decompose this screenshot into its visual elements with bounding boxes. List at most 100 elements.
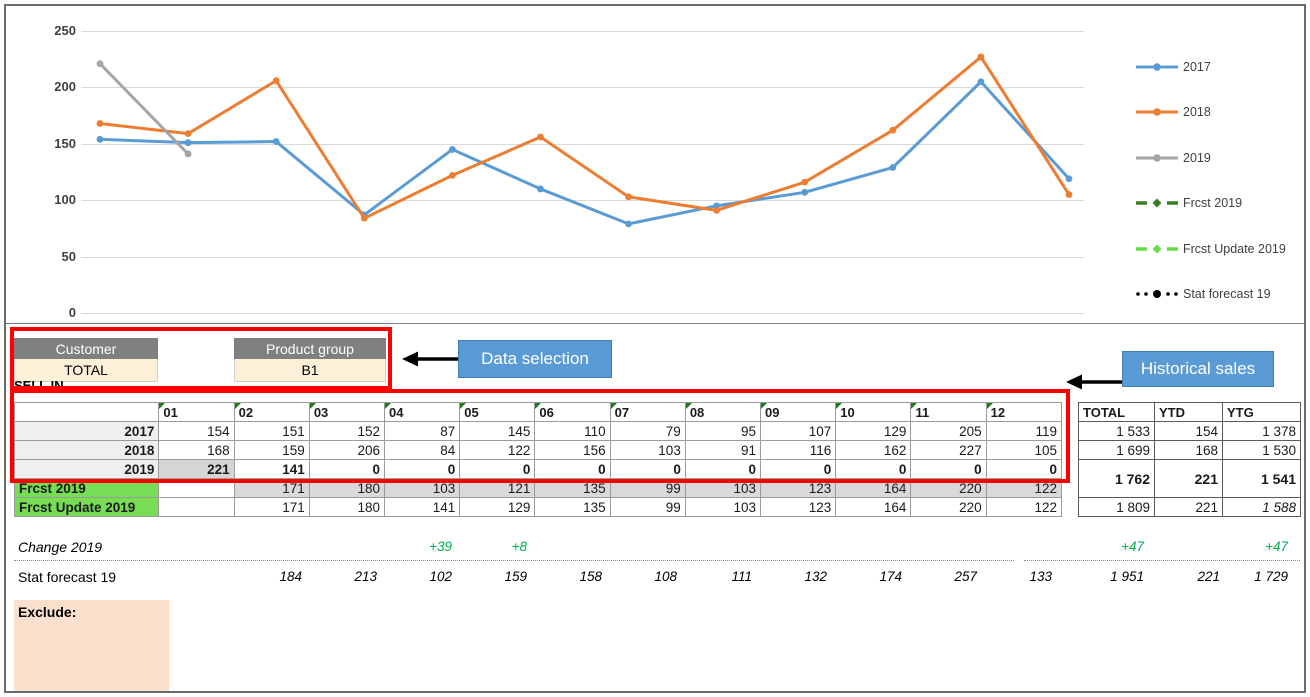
summary-cell-total: 1 809 [1079, 498, 1155, 517]
grid-cell[interactable]: 129 [460, 498, 535, 517]
grid-column-header-08[interactable]: 08 [685, 403, 760, 422]
grid-cell[interactable]: 0 [836, 460, 911, 479]
y-axis-tick-100: 100 [16, 192, 76, 207]
grid-cell[interactable]: 0 [761, 460, 836, 479]
grid-cell[interactable]: 164 [836, 498, 911, 517]
grid-cell[interactable]: 141 [385, 498, 460, 517]
chart-plot-area: 250 200 150 100 50 0 [81, 31, 1084, 321]
grid-column-header-06[interactable]: 06 [535, 403, 610, 422]
grid-column-header-05[interactable]: 05 [460, 403, 535, 422]
grid-cell[interactable]: 116 [761, 441, 836, 460]
change-row-separator-right [1024, 560, 1300, 561]
grid-cell[interactable]: 154 [159, 422, 234, 441]
grid-column-header-label: 02 [239, 405, 253, 420]
grid-cell[interactable]: 151 [234, 422, 309, 441]
grid-column-header-11[interactable]: 11 [911, 403, 986, 422]
grid-column-header-01[interactable]: 01 [159, 403, 234, 422]
grid-column-header-label: 12 [991, 405, 1005, 420]
legend-item-2018[interactable]: 2018 [1134, 90, 1304, 136]
grid-cell[interactable]: 107 [761, 422, 836, 441]
grid-cell[interactable]: 95 [685, 422, 760, 441]
grid-cell[interactable]: 0 [460, 460, 535, 479]
grid-cell[interactable]: 103 [610, 441, 685, 460]
grid-cell[interactable]: 122 [986, 498, 1061, 517]
grid-cell[interactable]: 121 [460, 479, 535, 498]
grid-row-label-frcst-update-2019: Frcst Update 2019 [15, 498, 159, 517]
grid-cell[interactable]: 0 [685, 460, 760, 479]
data-selection-strip: Customer TOTAL Product group B1 [6, 324, 1304, 392]
grid-cell[interactable]: 171 [234, 479, 309, 498]
summary-cell-ytd: 154 [1155, 422, 1223, 441]
grid-cell[interactable]: 221 [159, 460, 234, 479]
grid-cell[interactable]: 162 [836, 441, 911, 460]
comment-marker-icon [911, 403, 917, 409]
product-group-selector[interactable]: Product group B1 [234, 338, 386, 382]
grid-cell[interactable]: 156 [535, 441, 610, 460]
grid-cell[interactable]: 91 [685, 441, 760, 460]
legend-item-2019[interactable]: 2019 [1134, 135, 1304, 181]
grid-cell[interactable]: 122 [986, 479, 1061, 498]
grid-cell[interactable]: 206 [309, 441, 384, 460]
legend-item-2017[interactable]: 2017 [1134, 44, 1304, 90]
grid-column-header-04[interactable]: 04 [385, 403, 460, 422]
legend-item-stat-forecast-19[interactable]: Stat forecast 19 [1134, 272, 1304, 318]
lower-summary-cell-total: +47 [1078, 539, 1150, 554]
summary-cell-ytg: 1 530 [1223, 441, 1301, 460]
grid-column-header-label: 11 [915, 405, 929, 420]
grid-column-header-02[interactable]: 02 [234, 403, 309, 422]
grid-cell[interactable] [159, 498, 234, 517]
grid-cell[interactable]: 123 [761, 498, 836, 517]
grid-cell[interactable]: 0 [385, 460, 460, 479]
grid-cell[interactable]: 164 [836, 479, 911, 498]
grid-cell[interactable]: 205 [911, 422, 986, 441]
grid-cell[interactable]: 141 [234, 460, 309, 479]
y-axis-tick-0: 0 [16, 305, 76, 320]
grid-cell[interactable]: 79 [610, 422, 685, 441]
comment-marker-icon [761, 403, 767, 409]
stat-forecast-label: Stat forecast 19 [18, 569, 116, 585]
grid-cell[interactable]: 220 [911, 498, 986, 517]
grid-cell[interactable]: 220 [911, 479, 986, 498]
grid-cell[interactable]: 84 [385, 441, 460, 460]
legend-item-frcst-2019[interactable]: Frcst 2019 [1134, 181, 1304, 227]
grid-cell[interactable]: 99 [610, 479, 685, 498]
grid-cell[interactable]: 227 [911, 441, 986, 460]
grid-cell[interactable]: 0 [986, 460, 1061, 479]
grid-cell[interactable]: 123 [761, 479, 836, 498]
grid-cell[interactable]: 129 [836, 422, 911, 441]
comment-marker-icon [535, 403, 541, 409]
grid-cell[interactable]: 171 [234, 498, 309, 517]
legend-item-frcst-update-2019[interactable]: Frcst Update 2019 [1134, 226, 1304, 272]
grid-cell[interactable]: 135 [535, 498, 610, 517]
grid-cell[interactable]: 103 [685, 479, 760, 498]
grid-cell[interactable]: 122 [460, 441, 535, 460]
grid-column-header-09[interactable]: 09 [761, 403, 836, 422]
customer-selector[interactable]: Customer TOTAL [14, 338, 158, 382]
grid-cell[interactable]: 145 [460, 422, 535, 441]
grid-cell[interactable]: 152 [309, 422, 384, 441]
legend-label-2018: 2018 [1180, 105, 1211, 119]
grid-cell[interactable]: 135 [535, 479, 610, 498]
grid-column-header-07[interactable]: 07 [610, 403, 685, 422]
grid-cell[interactable]: 0 [535, 460, 610, 479]
grid-column-header-12[interactable]: 12 [986, 403, 1061, 422]
grid-cell[interactable]: 0 [911, 460, 986, 479]
grid-cell[interactable]: 87 [385, 422, 460, 441]
grid-cell[interactable]: 105 [986, 441, 1061, 460]
grid-cell[interactable]: 159 [234, 441, 309, 460]
grid-column-header-03[interactable]: 03 [309, 403, 384, 422]
grid-cell[interactable]: 0 [610, 460, 685, 479]
grid-cell[interactable]: 180 [309, 498, 384, 517]
grid-cell[interactable]: 180 [309, 479, 384, 498]
grid-cell[interactable]: 119 [986, 422, 1061, 441]
grid-cell[interactable]: 103 [685, 498, 760, 517]
product-group-value[interactable]: B1 [234, 359, 386, 382]
grid-cell[interactable]: 110 [535, 422, 610, 441]
grid-cell[interactable] [159, 479, 234, 498]
grid-cell[interactable]: 103 [385, 479, 460, 498]
grid-cell[interactable]: 99 [610, 498, 685, 517]
grid-cell[interactable]: 0 [309, 460, 384, 479]
legend-key-2019 [1134, 151, 1180, 165]
grid-cell[interactable]: 168 [159, 441, 234, 460]
grid-column-header-10[interactable]: 10 [836, 403, 911, 422]
